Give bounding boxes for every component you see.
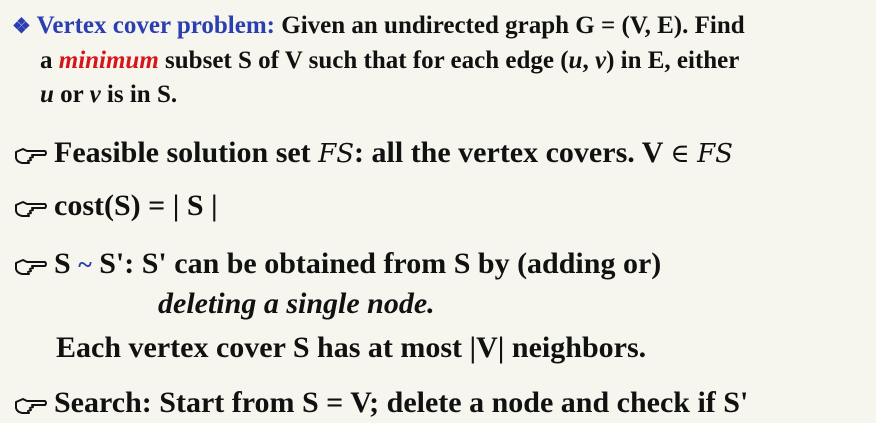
diamond-icon: ❖ xyxy=(12,14,31,38)
intro-line-1: ❖ Vertex cover problem: Given an undirec… xyxy=(12,9,745,43)
intro-title: Vertex cover problem: xyxy=(36,12,275,39)
intro-line1-text: Given an undirected graph G = (V, E). Fi… xyxy=(281,12,745,39)
neighborhood-line-2: deleting a single node. xyxy=(158,287,435,320)
pointing-hand-icon xyxy=(14,256,48,276)
neighborhood-line-3: Each vertex cover S has at most |V| neig… xyxy=(56,331,647,364)
pointing-hand-icon xyxy=(14,395,48,415)
fs-symbol: FS xyxy=(318,139,355,169)
intro-line-2: a minimum subset S of V such that for ea… xyxy=(40,47,740,74)
neighbor-tilde: ~ xyxy=(78,250,92,279)
pointing-hand-icon xyxy=(14,198,48,218)
intro-line-3: u or v is in S. xyxy=(40,81,178,108)
bullet-neighborhood: S ~ S': S' can be obtained from S by (ad… xyxy=(14,244,661,285)
minimum-emphasis: minimum xyxy=(58,47,159,74)
pointing-hand-icon xyxy=(14,145,48,165)
bullet-cost: cost(S) = | S | xyxy=(14,186,218,226)
bullet-search: Search: Start from S = V; delete a node … xyxy=(14,383,748,423)
bullet-feasible-set: Feasible solution set FS: all the vertex… xyxy=(14,133,733,174)
